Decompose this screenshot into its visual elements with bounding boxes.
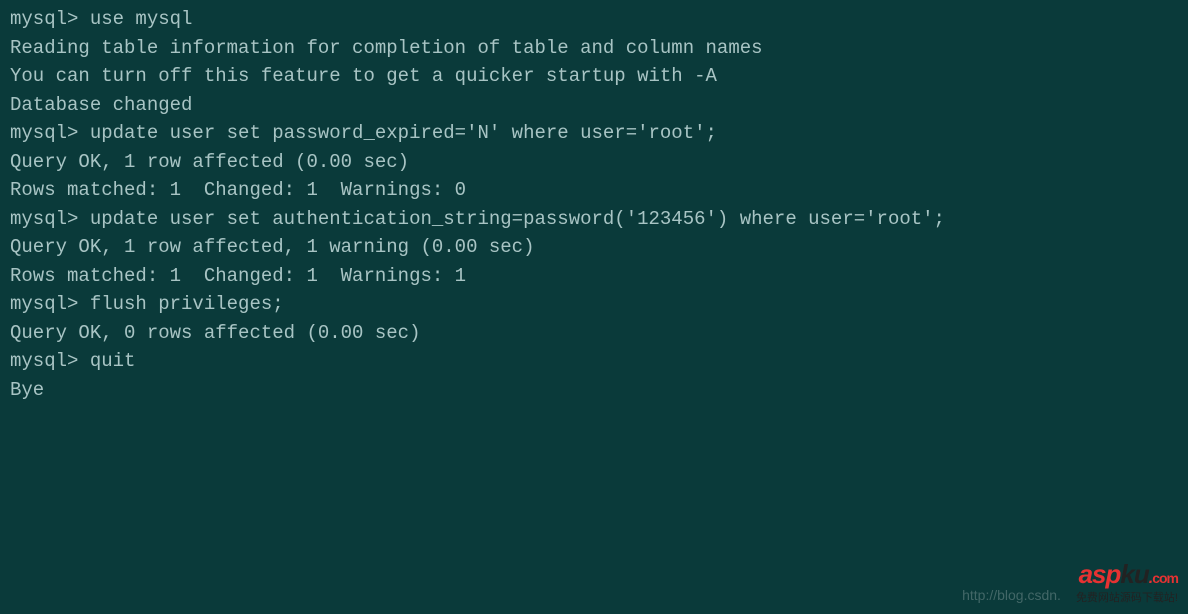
terminal-line: Query OK, 1 row affected, 1 warning (0.0… bbox=[10, 233, 1178, 262]
terminal-line: Reading table information for completion… bbox=[10, 34, 1178, 63]
terminal-line: mysql> quit bbox=[10, 347, 1178, 376]
terminal-output: mysql> use mysql Reading table informati… bbox=[10, 5, 1178, 404]
terminal-line: Database changed bbox=[10, 91, 1178, 120]
watermark: http://blog.csdn. aspku.com 免费网站源码下载站! bbox=[962, 555, 1178, 607]
terminal-line: Rows matched: 1 Changed: 1 Warnings: 0 bbox=[10, 176, 1178, 205]
watermark-logo-text: aspku.com bbox=[1079, 555, 1178, 594]
logo-letter: a bbox=[1079, 559, 1092, 589]
logo-com: com bbox=[1152, 570, 1178, 586]
watermark-subtitle: 免费网站源码下载站! bbox=[1076, 590, 1178, 607]
logo-letter: s bbox=[1092, 559, 1105, 589]
terminal-line: mysql> update user set password_expired=… bbox=[10, 119, 1178, 148]
logo-letter: u bbox=[1134, 559, 1149, 589]
logo-letter: p bbox=[1106, 559, 1121, 589]
watermark-logo: aspku.com 免费网站源码下载站! bbox=[1076, 555, 1178, 607]
terminal-line: You can turn off this feature to get a q… bbox=[10, 62, 1178, 91]
terminal-line: Query OK, 1 row affected (0.00 sec) bbox=[10, 148, 1178, 177]
terminal-line: Query OK, 0 rows affected (0.00 sec) bbox=[10, 319, 1178, 348]
logo-letter: k bbox=[1120, 559, 1133, 589]
terminal-line: mysql> update user set authentication_st… bbox=[10, 205, 1178, 234]
terminal-line: Rows matched: 1 Changed: 1 Warnings: 1 bbox=[10, 262, 1178, 291]
terminal-line: mysql> flush privileges; bbox=[10, 290, 1178, 319]
watermark-url: http://blog.csdn. bbox=[962, 585, 1061, 606]
terminal-line: Bye bbox=[10, 376, 1178, 405]
terminal-line: mysql> use mysql bbox=[10, 5, 1178, 34]
